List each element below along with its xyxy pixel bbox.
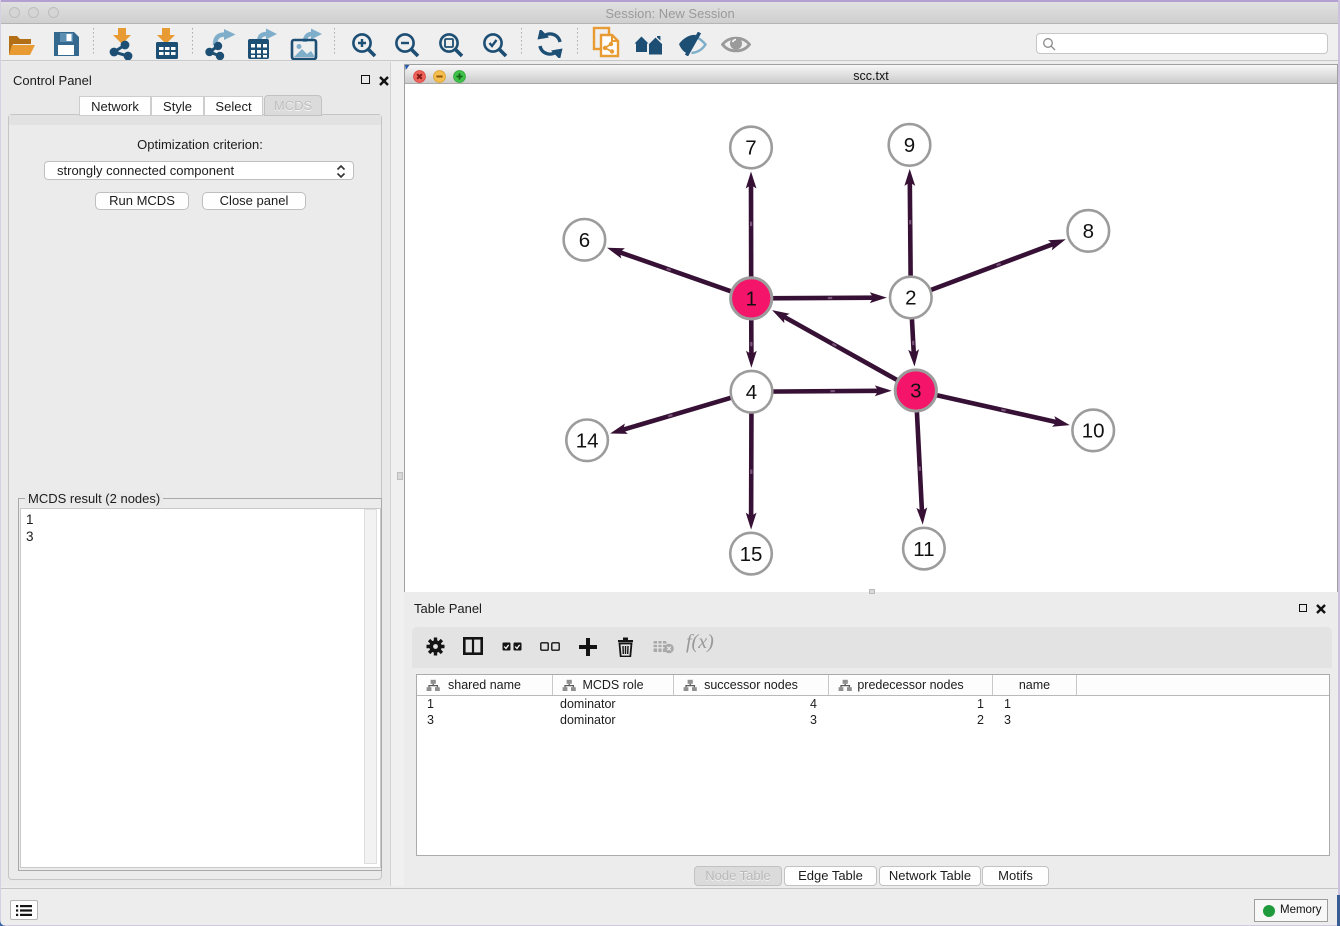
svg-text:11: 11 bbox=[913, 538, 934, 561]
svg-text:6: 6 bbox=[579, 229, 590, 252]
svg-text:10: 10 bbox=[1082, 420, 1105, 443]
svg-text:1: 1 bbox=[745, 288, 756, 311]
svg-text:9: 9 bbox=[904, 134, 915, 157]
svg-text:4: 4 bbox=[746, 381, 757, 404]
svg-text:14: 14 bbox=[576, 430, 599, 453]
svg-text:15: 15 bbox=[740, 543, 763, 566]
svg-text:2: 2 bbox=[905, 287, 916, 310]
svg-text:8: 8 bbox=[1083, 220, 1094, 243]
svg-text:3: 3 bbox=[910, 380, 921, 403]
svg-text:7: 7 bbox=[745, 137, 756, 160]
